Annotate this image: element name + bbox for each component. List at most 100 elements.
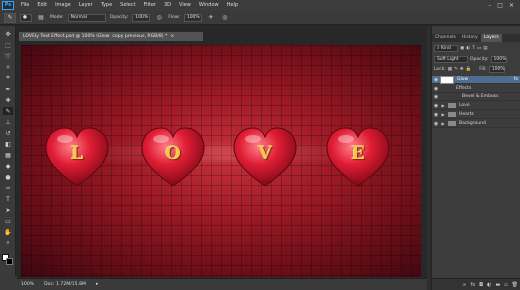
filter-pixel-icon[interactable]: ▣ <box>460 46 464 51</box>
expand-triangle-icon[interactable]: ▶ <box>440 103 446 108</box>
tab-history[interactable]: History <box>459 34 481 42</box>
menu-3d[interactable]: 3D <box>160 0 175 11</box>
visibility-eye-icon[interactable]: ◉ <box>432 103 440 109</box>
filter-smart-icon[interactable]: ▤ <box>483 46 487 51</box>
menu-edit[interactable]: Edit <box>33 0 51 11</box>
menu-file[interactable]: File <box>17 0 33 11</box>
menu-type[interactable]: Type <box>97 0 116 11</box>
move-tool-icon[interactable]: ✥ <box>3 30 13 38</box>
dodge-tool-icon[interactable]: ● <box>3 173 13 181</box>
link-icon[interactable]: ∞ <box>462 282 466 288</box>
flow-field[interactable]: 100% <box>183 13 202 22</box>
type-tool-icon[interactable]: T <box>3 195 13 203</box>
blend-mode-select[interactable]: Soft Light <box>434 56 468 63</box>
tools-panel: ✥ ⬚ ➰ ✧ ⌗ ✒ ✚ ✎ ⊥ ↺ ◧ ▦ ◆ ● ✑ T ➤ ▭ ✋ ⌕ <box>0 26 16 276</box>
eraser-tool-icon[interactable]: ◧ <box>3 140 13 148</box>
zoom-tool-icon[interactable]: ⌕ <box>3 239 13 247</box>
background-color-swatch[interactable] <box>6 258 13 265</box>
fx-menu-icon[interactable]: fx <box>470 282 475 288</box>
hand-tool-icon[interactable]: ✋ <box>3 228 13 236</box>
pressure-opacity-icon[interactable]: ◎ <box>154 13 164 23</box>
kind-filter-label: Kind <box>440 46 451 51</box>
layer-name: Love <box>459 103 470 108</box>
heart-e: E <box>325 126 391 198</box>
visibility-eye-icon[interactable]: ◉ <box>432 94 440 100</box>
lock-pixels-icon[interactable]: ▦ <box>448 67 452 72</box>
menu-view[interactable]: View <box>175 0 195 11</box>
minimize-button[interactable]: – <box>488 2 491 9</box>
layer-bevel-emboss[interactable]: ◉ Bevel & Emboss <box>432 93 520 101</box>
lock-all-icon[interactable]: 🔒 <box>466 67 472 72</box>
tab-channels[interactable]: Channels <box>432 34 459 42</box>
healing-tool-icon[interactable]: ✚ <box>3 96 13 104</box>
zoom-level[interactable]: 100% <box>21 282 34 287</box>
airbrush-icon[interactable]: ✈ <box>206 13 216 23</box>
brush-size-picker[interactable]: ● <box>20 13 32 22</box>
kind-filter-select[interactable]: ⌕ Kind <box>434 45 458 52</box>
visibility-eye-icon[interactable]: ◉ <box>432 86 440 92</box>
lock-paint-icon[interactable]: ✎ <box>454 67 458 72</box>
menu-image[interactable]: Image <box>51 0 75 11</box>
gradient-tool-icon[interactable]: ▦ <box>3 151 13 159</box>
filter-adjust-icon[interactable]: ◐ <box>466 46 470 51</box>
opacity-field[interactable]: 100% <box>132 13 151 22</box>
eyedropper-tool-icon[interactable]: ✒ <box>3 85 13 93</box>
layer-love[interactable]: ◉ ▶ Love <box>432 102 520 110</box>
expand-triangle-icon[interactable]: ▶ <box>440 121 446 126</box>
history-brush-tool-icon[interactable]: ↺ <box>3 129 13 137</box>
pen-tool-icon[interactable]: ✑ <box>3 184 13 192</box>
maximize-button[interactable]: □ <box>497 2 503 9</box>
flow-label: Flow: <box>168 15 180 20</box>
new-layer-icon[interactable]: ▫ <box>504 282 507 288</box>
stamp-tool-icon[interactable]: ⊥ <box>3 118 13 126</box>
folder-icon <box>448 112 456 117</box>
document-tab[interactable]: LOVEly Text Effect.psd @ 100% (Glow copy… <box>18 31 204 41</box>
trash-icon[interactable]: 🗑 <box>512 282 518 288</box>
mode-select[interactable]: Normal <box>67 13 106 22</box>
close-button[interactable]: ✕ <box>509 2 514 9</box>
marquee-tool-icon[interactable]: ⬚ <box>3 41 13 49</box>
canvas[interactable]: L O V E <box>21 45 421 277</box>
adjustment-icon[interactable]: ◐ <box>487 282 491 288</box>
fill-field[interactable]: 100% <box>488 66 505 73</box>
letter-v: V <box>258 143 272 164</box>
status-arrow-icon[interactable]: ▸ <box>96 282 98 287</box>
filter-shape-icon[interactable]: ▭ <box>477 46 481 51</box>
quick-select-tool-icon[interactable]: ✧ <box>3 63 13 71</box>
heart-v: V <box>232 126 298 198</box>
lock-label: Lock: <box>434 67 446 72</box>
menu-window[interactable]: Window <box>195 0 223 11</box>
visibility-eye-icon[interactable]: ◉ <box>432 77 440 83</box>
lasso-tool-icon[interactable]: ➰ <box>3 52 13 60</box>
pressure-size-icon[interactable]: ◎ <box>220 13 230 23</box>
tab-layers[interactable]: Layers <box>480 34 502 42</box>
brush-panel-icon[interactable]: ▤ <box>36 13 46 23</box>
new-group-icon[interactable]: ▬ <box>496 282 501 288</box>
filter-type-icon[interactable]: T <box>472 46 475 51</box>
shape-tool-icon[interactable]: ▭ <box>3 217 13 225</box>
fx-icon[interactable]: fx <box>514 77 520 82</box>
menu-filter[interactable]: Filter <box>140 0 160 11</box>
path-select-tool-icon[interactable]: ➤ <box>3 206 13 214</box>
brush-tool-icon[interactable]: ✎ <box>3 107 13 115</box>
layer-effects[interactable]: ◉ Effects <box>432 85 520 93</box>
menu-select[interactable]: Select <box>116 0 139 11</box>
mask-icon[interactable]: ◘ <box>479 282 483 288</box>
blur-tool-icon[interactable]: ◆ <box>3 162 13 170</box>
menu-help[interactable]: Help <box>223 0 242 11</box>
blend-row: Soft Light Opacity: 100% <box>432 55 520 64</box>
visibility-eye-icon[interactable]: ◉ <box>432 112 440 118</box>
tool-preset-picker[interactable]: ✎ <box>4 12 16 23</box>
expand-triangle-icon[interactable]: ▶ <box>440 112 446 117</box>
layer-glow[interactable]: ◉ Glow fx <box>432 75 520 84</box>
close-tab-icon[interactable]: × <box>170 34 174 39</box>
menu-layer[interactable]: Layer <box>75 0 97 11</box>
crop-tool-icon[interactable]: ⌗ <box>3 74 13 82</box>
document-size-info[interactable]: Doc: 1.72M/15.8M <box>44 282 86 287</box>
visibility-eye-icon[interactable]: ◉ <box>432 121 440 127</box>
layer-name: Hearts <box>459 112 474 117</box>
lock-move-icon[interactable]: ✥ <box>460 67 464 72</box>
layer-hearts[interactable]: ◉ ▶ Hearts <box>432 111 520 119</box>
layer-background[interactable]: ◉ ▶ Background <box>432 120 520 128</box>
opacity-field[interactable]: 100% <box>490 56 507 63</box>
